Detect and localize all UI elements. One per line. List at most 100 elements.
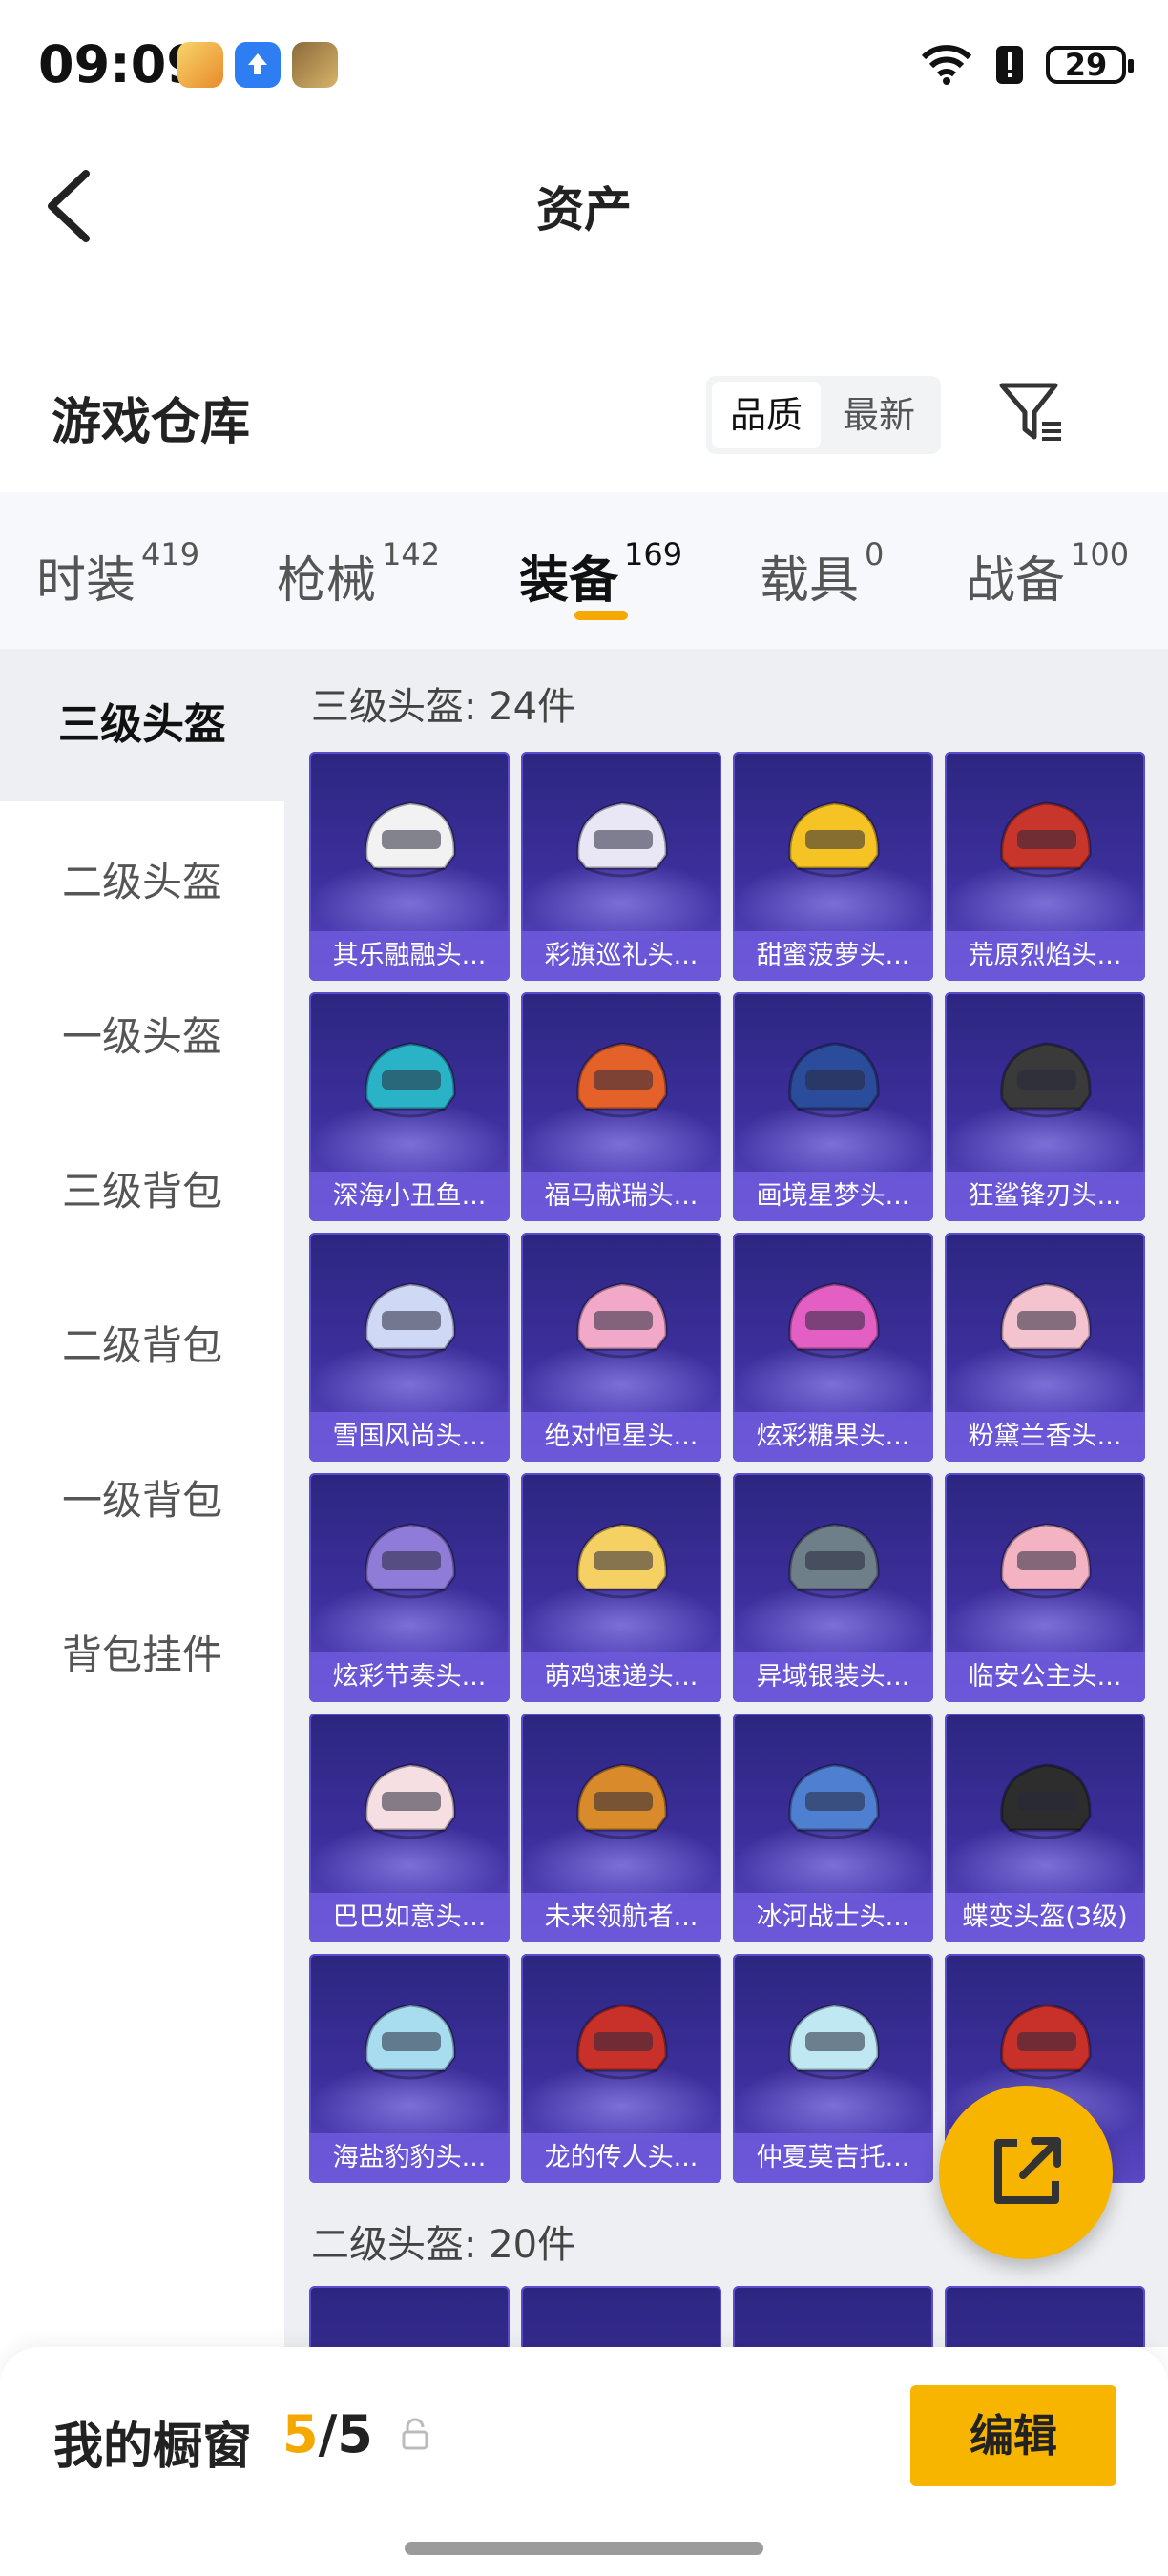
item-card[interactable]: 彩旗巡礼头... bbox=[521, 752, 721, 981]
status-icons: 29 bbox=[920, 38, 1134, 92]
item-card[interactable]: 异域银装头... bbox=[733, 1473, 933, 1702]
item-card[interactable]: 福马献瑞头... bbox=[521, 992, 721, 1221]
tab-guns[interactable]: 枪械 142 bbox=[277, 536, 440, 610]
showcase-total: /5 bbox=[318, 2404, 373, 2464]
item-name: 未来领航者... bbox=[521, 1893, 721, 1942]
helmet-icon bbox=[1000, 1523, 1092, 1599]
game-app-icon bbox=[177, 42, 223, 88]
category-tabs: 时装 419 枪械 142 装备 169 载具 0 战备 100 bbox=[0, 492, 1168, 649]
tab-label: 战备 bbox=[966, 552, 1066, 610]
item-card[interactable]: 未来领航者... bbox=[521, 1714, 721, 1942]
group-title-helmet-2: 二级头盔: 20件 bbox=[311, 2223, 576, 2267]
helmet-icon bbox=[1000, 2004, 1092, 2080]
helmet-icon bbox=[788, 2004, 880, 2080]
side-nav-item-helmet-2[interactable]: 二级头盔 bbox=[0, 806, 284, 959]
item-name: 异域银装头... bbox=[733, 1652, 933, 1702]
item-card[interactable]: 其乐融融头... bbox=[309, 752, 510, 981]
item-card[interactable]: 甜蜜菠萝头... bbox=[733, 752, 933, 981]
item-card[interactable]: 荒原烈焰头... bbox=[945, 752, 1145, 981]
item-name: 彩旗巡礼头... bbox=[521, 931, 721, 981]
item-card[interactable]: 龙的传人头... bbox=[521, 1954, 721, 2183]
item-card[interactable]: 粉黛兰香头... bbox=[945, 1233, 1145, 1462]
tab-label: 载具 bbox=[760, 552, 860, 610]
helmet-icon bbox=[576, 1282, 668, 1359]
item-name: 炫彩糖果头... bbox=[733, 1412, 933, 1462]
helmet-icon bbox=[788, 801, 880, 878]
tab-count: 0 bbox=[865, 536, 885, 572]
showcase-current: 5 bbox=[282, 2404, 319, 2464]
item-name: 荒原烈焰头... bbox=[945, 931, 1145, 981]
item-card[interactable]: 蝶变头盔(3级) bbox=[945, 1714, 1145, 1942]
filter-icon[interactable] bbox=[998, 380, 1065, 447]
item-card-partial[interactable] bbox=[945, 2286, 1145, 2347]
item-card[interactable]: 深海小丑鱼... bbox=[309, 992, 510, 1221]
share-icon bbox=[994, 2137, 1061, 2204]
sort-quality-button[interactable]: 品质 bbox=[712, 382, 821, 448]
helmet-icon bbox=[576, 1523, 668, 1599]
helmet-icon bbox=[576, 2004, 668, 2080]
helmet-icon bbox=[365, 2004, 456, 2080]
item-card[interactable]: 萌鸡速递头... bbox=[521, 1473, 721, 1702]
item-card[interactable]: 巴巴如意头... bbox=[309, 1714, 510, 1942]
share-button[interactable] bbox=[939, 2086, 1113, 2259]
side-nav-item-backpack-2[interactable]: 二级背包 bbox=[0, 1270, 284, 1423]
wifi-icon bbox=[921, 45, 972, 85]
item-card[interactable]: 炫彩糖果头... bbox=[733, 1233, 933, 1462]
helmet-icon bbox=[788, 1523, 880, 1599]
item-name: 其乐融融头... bbox=[309, 931, 510, 981]
item-card[interactable]: 仲夏莫吉托... bbox=[733, 1954, 933, 2183]
item-name: 狂鲨锋刃头... bbox=[945, 1172, 1145, 1221]
tab-vehicles[interactable]: 载具 0 bbox=[760, 536, 884, 610]
alert-icon bbox=[996, 46, 1023, 84]
item-name: 福马献瑞头... bbox=[521, 1172, 721, 1221]
item-card[interactable]: 海盐豹豹头... bbox=[309, 1954, 510, 2183]
item-name: 冰河战士头... bbox=[733, 1893, 933, 1942]
item-card[interactable]: 画境星梦头... bbox=[733, 992, 933, 1221]
sort-latest-button[interactable]: 最新 bbox=[824, 382, 933, 448]
item-card-partial[interactable] bbox=[521, 2286, 721, 2347]
tab-gear[interactable]: 战备 100 bbox=[966, 536, 1129, 610]
item-card[interactable]: 狂鲨锋刃头... bbox=[945, 992, 1145, 1221]
item-name: 雪国风尚头... bbox=[309, 1412, 510, 1462]
helmet-icon bbox=[1000, 1282, 1092, 1359]
item-name: 深海小丑鱼... bbox=[309, 1172, 510, 1221]
tab-count: 419 bbox=[141, 536, 200, 572]
side-nav-item-helmet-3[interactable]: 三级头盔 bbox=[0, 649, 284, 801]
helmet-icon bbox=[788, 1763, 880, 1839]
side-nav-item-helmet-1[interactable]: 一级头盔 bbox=[0, 961, 284, 1113]
item-card[interactable]: 炫彩节奏头... bbox=[309, 1473, 510, 1702]
item-card[interactable]: 雪国风尚头... bbox=[309, 1233, 510, 1462]
helmet-icon bbox=[576, 1763, 668, 1839]
upload-app-icon bbox=[235, 42, 281, 88]
item-card[interactable]: 绝对恒星头... bbox=[521, 1233, 721, 1462]
group-title-helmet-3: 三级头盔: 24件 bbox=[311, 685, 576, 729]
home-indicator bbox=[405, 2542, 763, 2555]
edit-button[interactable]: 编辑 bbox=[910, 2385, 1116, 2486]
helmet-icon bbox=[365, 1763, 456, 1839]
status-bar: 09:09 29 bbox=[0, 0, 1168, 134]
item-card[interactable]: 临安公主头... bbox=[945, 1473, 1145, 1702]
side-nav-item-backpack-3[interactable]: 三级背包 bbox=[0, 1115, 284, 1268]
helmet-icon bbox=[1000, 1042, 1092, 1118]
active-tab-indicator bbox=[574, 611, 628, 620]
showcase-count: 5/5 bbox=[282, 2404, 373, 2464]
tab-label: 枪械 bbox=[277, 552, 377, 610]
tab-label: 时装 bbox=[36, 552, 136, 610]
side-nav-item-backpack-1[interactable]: 一级背包 bbox=[0, 1424, 284, 1577]
tab-fashion[interactable]: 时装 419 bbox=[36, 536, 199, 610]
item-name: 炫彩节奏头... bbox=[309, 1652, 510, 1702]
item-card[interactable]: 冰河战士头... bbox=[733, 1714, 933, 1942]
side-nav-item-pendant[interactable]: 背包挂件 bbox=[0, 1579, 284, 1732]
item-name: 萌鸡速递头... bbox=[521, 1652, 721, 1702]
item-name: 仲夏莫吉托... bbox=[733, 2133, 933, 2183]
tab-count: 100 bbox=[1071, 536, 1130, 572]
item-name: 巴巴如意头... bbox=[309, 1893, 510, 1942]
tab-equipment[interactable]: 装备 169 bbox=[519, 536, 682, 610]
item-card-partial[interactable] bbox=[733, 2286, 933, 2347]
item-card-partial[interactable] bbox=[309, 2286, 510, 2347]
item-name: 龙的传人头... bbox=[521, 2133, 721, 2183]
lock-icon bbox=[402, 2418, 428, 2450]
helmet-icon bbox=[1000, 1763, 1092, 1839]
helmet-icon bbox=[365, 1282, 456, 1359]
item-name: 甜蜜菠萝头... bbox=[733, 931, 933, 981]
